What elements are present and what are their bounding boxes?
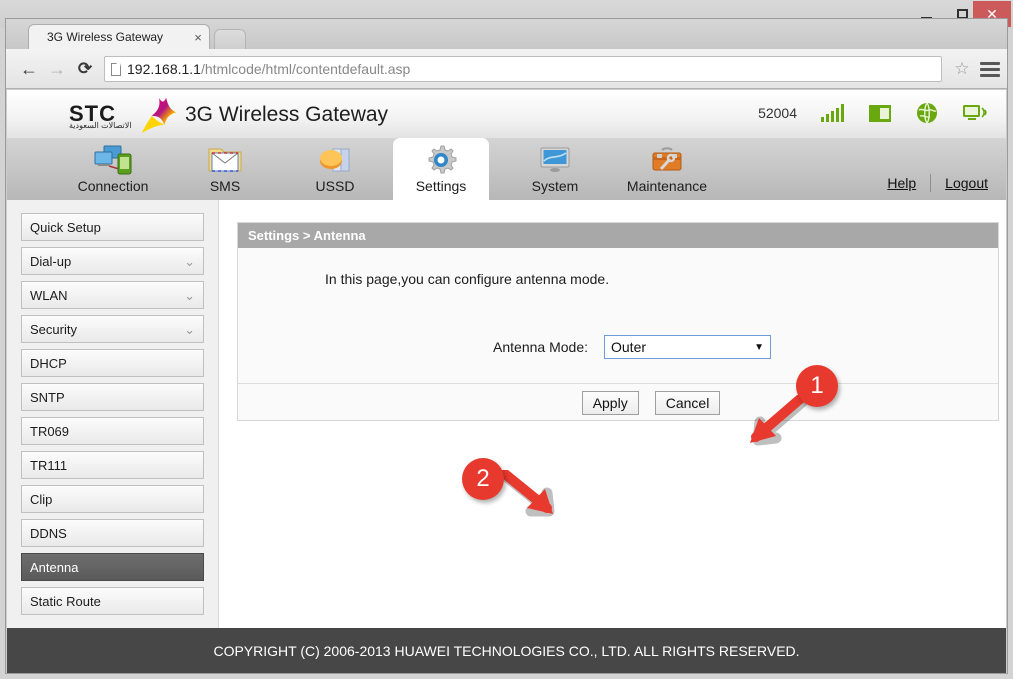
nav-tab-settings-label: Settings bbox=[415, 178, 467, 194]
sidebar-item-label: Dial-up bbox=[30, 253, 72, 269]
wifi-monitor-icon bbox=[963, 105, 987, 120]
sidebar-item-dial-up[interactable]: Dial-up ⌄ bbox=[21, 247, 204, 275]
sidebar-item-static-route[interactable]: Static Route bbox=[21, 587, 204, 615]
sidebar-item-label: DDNS bbox=[30, 525, 67, 541]
annotation-badge-two: 2 bbox=[462, 458, 504, 500]
annotation-arrow-two bbox=[500, 470, 555, 517]
nav-tab-ussd-label: USSD bbox=[315, 178, 355, 194]
links-divider bbox=[930, 174, 932, 192]
annotation-badge-one: 1 bbox=[796, 365, 838, 407]
reload-icon[interactable]: ⟳ bbox=[72, 56, 98, 82]
globe-icon bbox=[917, 102, 937, 124]
antenna-mode-select[interactable]: Outer ▼ bbox=[604, 335, 771, 359]
nav-tab-system[interactable]: System bbox=[507, 138, 603, 200]
stc-logo-mark: STC الاتصالات السعودية bbox=[69, 96, 177, 134]
sidebar-item-label: SNTP bbox=[30, 389, 65, 405]
nav-tab-sms-label: SMS bbox=[209, 178, 241, 194]
sidebar-item-ddns[interactable]: DDNS bbox=[21, 519, 204, 547]
sms-envelope-icon bbox=[205, 144, 245, 176]
ussd-icon bbox=[315, 144, 355, 176]
sidebar-item-label: Security bbox=[30, 321, 77, 337]
app-title: 3G Wireless Gateway bbox=[185, 103, 389, 126]
sidebar-item-label: DHCP bbox=[30, 355, 67, 371]
settings-sidebar: Quick Setup Dial-up ⌄ WLAN ⌄ Security ⌄ … bbox=[7, 200, 219, 628]
nav-tab-connection[interactable]: Connection bbox=[65, 138, 161, 200]
connection-icon bbox=[92, 144, 134, 176]
app-header: STC الاتصالات السعودية 3G Wireless Gatew… bbox=[7, 90, 1006, 138]
antenna-panel: Settings > Antenna In this page,you can … bbox=[237, 222, 999, 421]
toolbox-icon bbox=[648, 144, 686, 176]
sidebar-item-dhcp[interactable]: DHCP bbox=[21, 349, 204, 377]
main-navigation: Connection SMS USSD Settings System Main… bbox=[7, 138, 1006, 200]
annotation-arrow-one bbox=[750, 395, 808, 446]
page-viewport: STC الاتصالات السعودية 3G Wireless Gatew… bbox=[7, 90, 1006, 673]
new-tab-button[interactable] bbox=[214, 29, 246, 49]
breadcrumb: Settings > Antenna bbox=[238, 223, 998, 248]
chevron-down-icon: ⌄ bbox=[184, 253, 195, 269]
settings-content: Settings > Antenna In this page,you can … bbox=[219, 200, 1006, 628]
sidebar-item-antenna[interactable]: Antenna bbox=[21, 553, 204, 581]
forward-icon[interactable]: → bbox=[44, 56, 70, 82]
sidebar-item-clip[interactable]: Clip bbox=[21, 485, 204, 513]
browser-tab[interactable]: 3G Wireless Gateway × bbox=[28, 24, 210, 49]
panel-description: In this page,you can configure antenna m… bbox=[325, 271, 610, 287]
form-button-row: Apply Cancel bbox=[238, 383, 998, 421]
sim-card-icon bbox=[869, 104, 891, 122]
gear-icon bbox=[424, 144, 458, 176]
nav-tab-ussd[interactable]: USSD bbox=[287, 138, 383, 200]
url-path: /htmlcode/html/contentdefault.asp bbox=[200, 61, 411, 77]
browser-toolbar: ← → ⟳ 192.168.1.1/htmlcode/html/contentd… bbox=[6, 49, 1007, 89]
sidebar-item-wlan[interactable]: WLAN ⌄ bbox=[21, 281, 204, 309]
browser-menu-icon[interactable] bbox=[980, 59, 1000, 79]
sidebar-item-label: WLAN bbox=[30, 287, 68, 303]
antenna-mode-label: Antenna Mode: bbox=[493, 339, 588, 355]
browser-tab-title: 3G Wireless Gateway bbox=[47, 30, 164, 44]
tab-close-icon[interactable]: × bbox=[187, 30, 209, 45]
chevron-down-icon: ⌄ bbox=[184, 321, 195, 337]
chevron-down-icon: ▼ bbox=[754, 341, 764, 353]
sidebar-item-sntp[interactable]: SNTP bbox=[21, 383, 204, 411]
sidebar-item-tr111[interactable]: TR111 bbox=[21, 451, 204, 479]
status-code: 52004 bbox=[758, 105, 797, 121]
address-bar[interactable]: 192.168.1.1/htmlcode/html/contentdefault… bbox=[104, 56, 942, 82]
sidebar-item-label: Static Route bbox=[30, 593, 101, 609]
browser-tabstrip: 3G Wireless Gateway × bbox=[6, 19, 1007, 49]
sidebar-item-label: Clip bbox=[30, 491, 53, 507]
stc-star-icon bbox=[141, 97, 177, 133]
antenna-mode-value: Outer bbox=[611, 339, 647, 355]
signal-bars-icon bbox=[821, 104, 844, 122]
antenna-mode-row: Antenna Mode: Outer ▼ bbox=[238, 335, 998, 359]
logout-link[interactable]: Logout bbox=[945, 175, 988, 191]
back-icon[interactable]: ← bbox=[16, 56, 42, 82]
header-status-cluster: 52004 bbox=[758, 102, 990, 124]
page-document-icon bbox=[105, 62, 127, 76]
nav-tab-system-label: System bbox=[531, 178, 579, 194]
nav-tab-connection-label: Connection bbox=[77, 178, 149, 194]
help-link[interactable]: Help bbox=[887, 175, 916, 191]
cancel-button[interactable]: Cancel bbox=[654, 390, 721, 415]
nav-tab-sms[interactable]: SMS bbox=[177, 138, 273, 200]
nav-tab-settings[interactable]: Settings bbox=[393, 138, 489, 200]
bookmark-star-icon[interactable]: ☆ bbox=[951, 58, 973, 80]
sidebar-item-label: Antenna bbox=[30, 559, 79, 575]
nav-tab-maintenance-label: Maintenance bbox=[626, 178, 708, 194]
sidebar-item-label: Quick Setup bbox=[30, 219, 101, 235]
address-bar-url: 192.168.1.1/htmlcode/html/contentdefault… bbox=[127, 61, 410, 77]
brand-logo: STC الاتصالات السعودية 3G Wireless Gatew… bbox=[69, 96, 388, 134]
page-footer: COPYRIGHT (C) 2006-2013 HUAWEI TECHNOLOG… bbox=[7, 628, 1006, 673]
sidebar-item-tr069[interactable]: TR069 bbox=[21, 417, 204, 445]
stc-arabic-text: الاتصالات السعودية bbox=[69, 121, 132, 130]
header-links: Help Logout bbox=[887, 174, 988, 192]
os-window: ✕ 3G Wireless Gateway × ← → ⟳ 192.168.1.… bbox=[0, 0, 1013, 679]
apply-button[interactable]: Apply bbox=[581, 390, 639, 415]
nav-tab-maintenance[interactable]: Maintenance bbox=[619, 138, 715, 200]
sidebar-item-label: TR069 bbox=[30, 423, 70, 439]
monitor-icon bbox=[536, 144, 574, 176]
chevron-down-icon: ⌄ bbox=[184, 287, 195, 303]
browser-window: 3G Wireless Gateway × ← → ⟳ 192.168.1.1/… bbox=[5, 18, 1008, 674]
sidebar-item-security[interactable]: Security ⌄ bbox=[21, 315, 204, 343]
sidebar-item-quick-setup[interactable]: Quick Setup bbox=[21, 213, 204, 241]
sidebar-item-label: TR111 bbox=[30, 457, 68, 473]
url-host: 192.168.1.1 bbox=[127, 61, 201, 77]
